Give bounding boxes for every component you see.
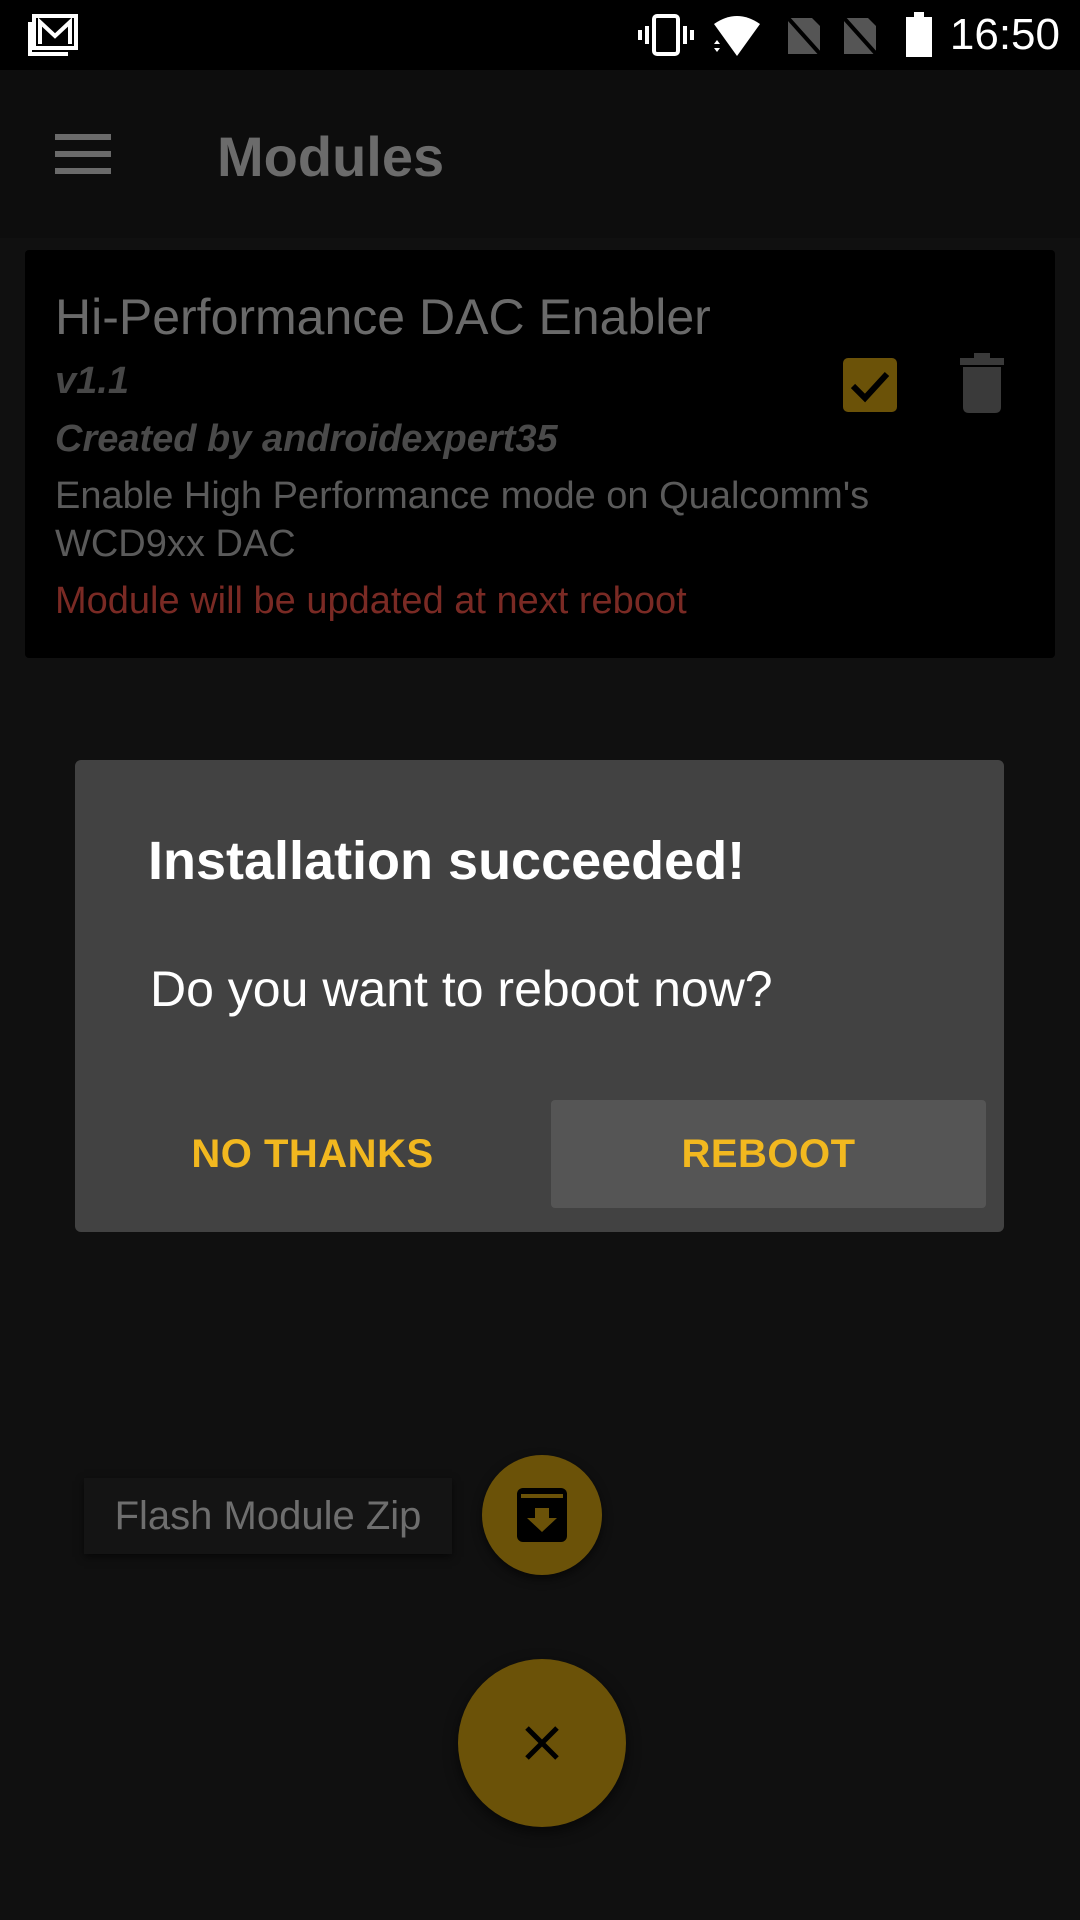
reboot-dialog: Installation succeeded! Do you want to r… [75,760,1004,1232]
close-fab-button[interactable] [458,1659,626,1827]
dialog-message: Do you want to reboot now? [150,961,773,1017]
battery-icon [906,12,932,57]
trash-icon[interactable] [960,353,1004,413]
flash-module-zip-label[interactable]: Flash Module Zip [84,1478,452,1554]
hamburger-menu-icon[interactable] [55,134,111,174]
status-bar: 16:50 [0,0,1080,70]
module-description: Enable High Performance mode on Qualcomm… [55,475,870,565]
wifi-icon [714,16,760,56]
vibrate-icon [638,14,694,56]
module-card[interactable]: Hi-Performance DAC Enabler v1.1 Created … [25,250,1055,658]
module-version: v1.1 [55,360,129,402]
archive-download-icon [517,1488,567,1542]
module-status: Module will be updated at next reboot [55,580,687,622]
close-icon [525,1726,559,1760]
module-name: Hi-Performance DAC Enabler [55,289,711,345]
no-sim-icon [842,16,880,58]
app-bar [0,70,1080,238]
page-title: Modules [217,125,445,188]
reboot-button[interactable]: REBOOT [551,1100,986,1208]
module-enable-checkbox[interactable] [843,358,897,412]
module-author: Created by androidexpert35 [55,418,558,460]
no-thanks-button[interactable]: NO THANKS [95,1100,530,1208]
flash-module-zip-button[interactable] [482,1455,602,1575]
check-icon [850,371,890,403]
no-sim-icon [786,16,824,58]
gmail-icon [28,14,78,56]
clock: 16:50 [949,10,1060,59]
dialog-title: Installation succeeded! [148,831,746,891]
